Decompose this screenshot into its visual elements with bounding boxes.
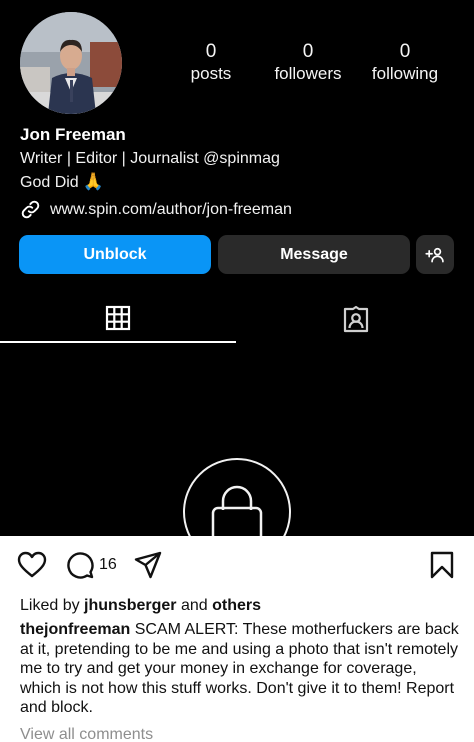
- followers-count: 0: [302, 41, 314, 62]
- posts-count: 0: [205, 41, 217, 62]
- post-section: 16 Liked by jhunsberger and others thejo…: [0, 536, 474, 742]
- share-button[interactable]: [134, 551, 162, 579]
- grid-icon: [105, 305, 131, 331]
- lock-icon: [211, 485, 262, 536]
- profile-link-text: www.spin.com/author/jon-freeman: [50, 200, 292, 218]
- praying-hands-emoji: 🙏: [82, 172, 104, 191]
- following-count: 0: [399, 41, 411, 62]
- save-button[interactable]: [430, 551, 454, 579]
- followers-stat[interactable]: 0 followers: [263, 42, 353, 85]
- following-label: following: [371, 64, 439, 83]
- profile-name: Jon Freeman: [20, 125, 126, 144]
- comment-icon: [67, 552, 94, 579]
- liked-by-and: and: [180, 597, 208, 614]
- bio-line-2: God Did 🙏: [20, 172, 104, 193]
- comment-count: 16: [99, 556, 117, 573]
- comment-button[interactable]: 16: [66, 551, 117, 579]
- liked-by-user[interactable]: jhunsberger: [84, 597, 176, 614]
- post-caption: thejonfreeman SCAM ALERT: These motherfu…: [20, 620, 460, 718]
- heart-icon: [17, 551, 47, 578]
- tab-posts-grid[interactable]: [0, 295, 236, 343]
- following-stat[interactable]: 0 following: [360, 42, 450, 85]
- caption-username[interactable]: thejonfreeman: [20, 621, 130, 638]
- bookmark-icon: [430, 551, 454, 579]
- bio-line-1: Writer | Editor | Journalist @spinmag: [20, 150, 280, 167]
- profile-link[interactable]: www.spin.com/author/jon-freeman: [20, 199, 292, 220]
- avatar[interactable]: [20, 12, 122, 114]
- message-button[interactable]: Message: [218, 235, 410, 274]
- add-person-icon: [425, 247, 444, 262]
- tab-tagged[interactable]: [237, 295, 474, 343]
- tagged-icon: [343, 305, 368, 333]
- link-icon: [21, 200, 40, 219]
- liked-by-others[interactable]: others: [212, 597, 261, 614]
- likes-summary: Liked by jhunsberger and others: [20, 596, 261, 615]
- posts-stat[interactable]: 0 posts: [166, 42, 256, 85]
- posts-label: posts: [190, 64, 232, 83]
- share-icon: [134, 551, 162, 579]
- bio-text: God Did: [20, 174, 79, 191]
- like-button[interactable]: [17, 551, 47, 579]
- profile-screenshot: 0 posts 0 followers 0 following Jon Free…: [0, 0, 474, 536]
- private-account-indicator: [183, 458, 291, 536]
- followers-label: followers: [274, 64, 342, 83]
- liked-by-prefix: Liked by: [20, 597, 80, 614]
- suggested-users-button[interactable]: [416, 235, 454, 274]
- unblock-button[interactable]: Unblock: [19, 235, 211, 274]
- view-all-comments-link[interactable]: View all comments: [20, 726, 153, 742]
